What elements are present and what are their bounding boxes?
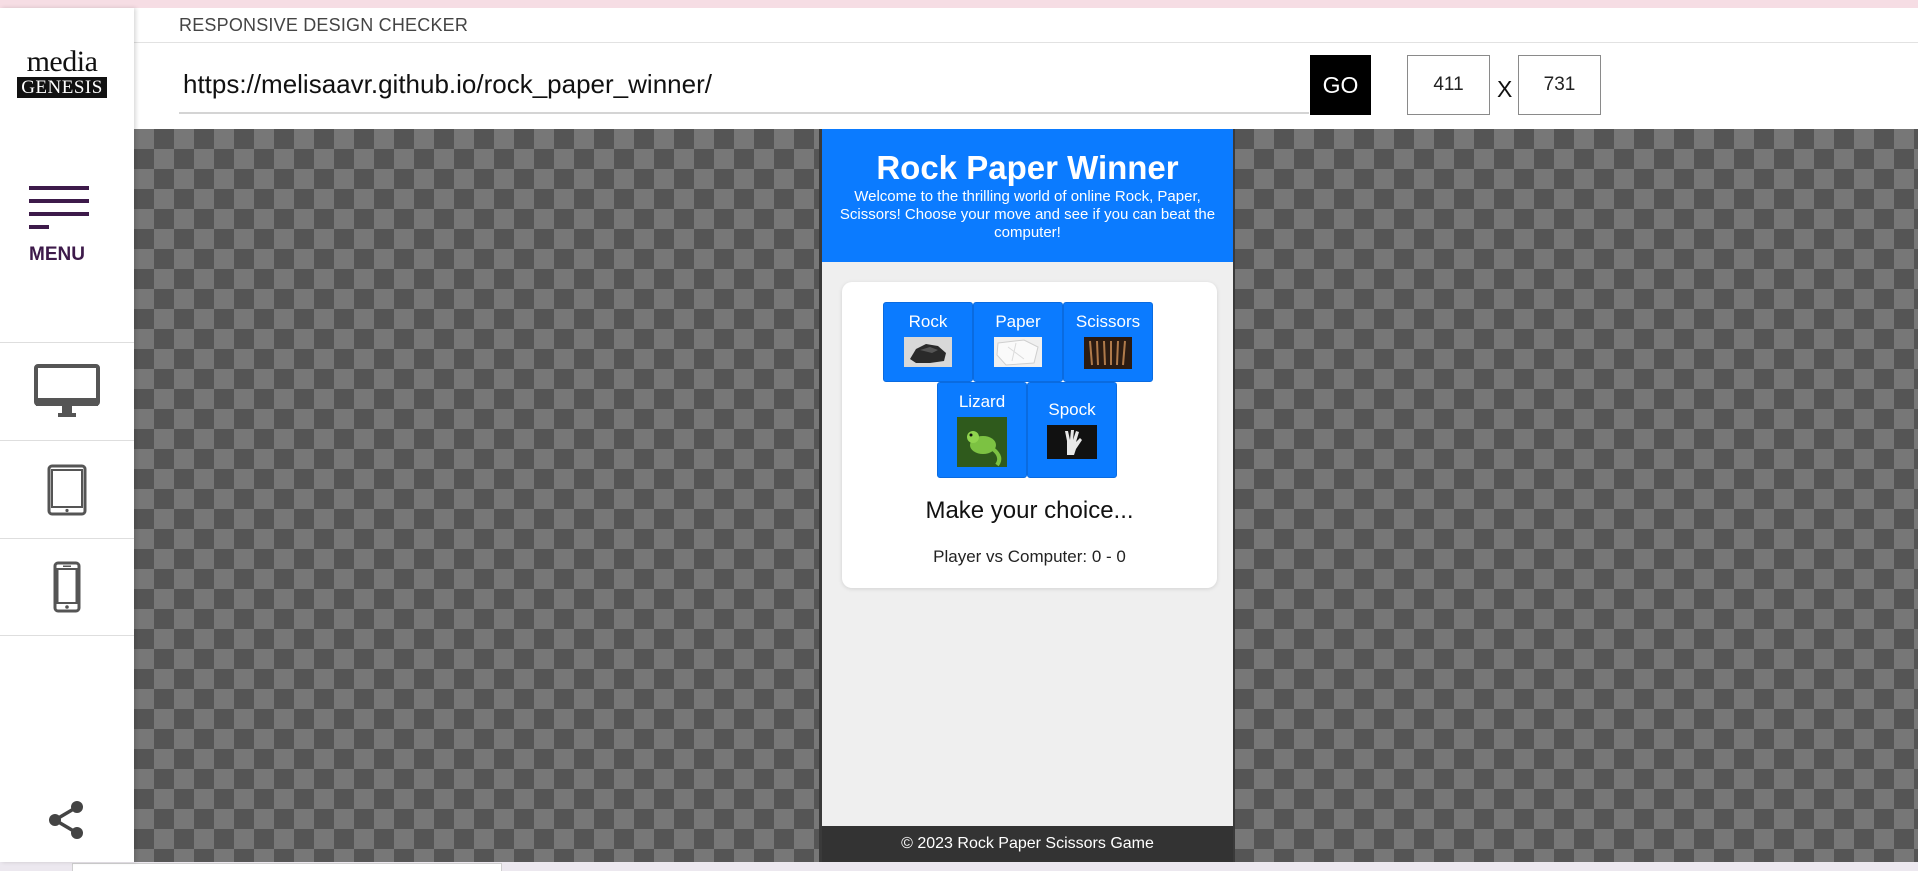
phone-icon — [53, 561, 81, 613]
score-text: Player vs Computer: 0 - 0 — [933, 547, 1126, 566]
site-header: Rock Paper Winner Welcome to the thrilli… — [822, 129, 1233, 262]
share-button[interactable] — [44, 798, 88, 842]
site-title: Rock Paper Winner — [876, 149, 1179, 186]
desktop-icon — [34, 363, 100, 417]
browser-bottom-strip — [0, 862, 1918, 871]
sidebar: media GENESIS MENU — [0, 8, 134, 862]
paper-button[interactable]: Paper — [973, 302, 1063, 382]
share-icon — [49, 801, 83, 839]
desktop-view-button[interactable] — [0, 342, 134, 440]
browser-top-strip — [0, 0, 1918, 8]
bottom-tab — [72, 863, 502, 871]
header: RESPONSIVE DESIGN CHECKER GO X — [134, 8, 1918, 129]
header-divider — [134, 42, 1918, 43]
paper-label: Paper — [995, 312, 1041, 331]
lizard-image — [957, 417, 1007, 467]
paper-image — [994, 337, 1042, 367]
tablet-view-button[interactable] — [0, 440, 134, 538]
spock-label: Spock — [1048, 400, 1096, 419]
lizard-label: Lizard — [958, 392, 1006, 411]
lizard-button[interactable]: Lizard — [937, 382, 1027, 478]
tablet-icon — [47, 464, 87, 515]
go-button[interactable]: GO — [1310, 55, 1371, 115]
height-input[interactable] — [1518, 55, 1601, 115]
width-input[interactable] — [1407, 55, 1490, 115]
rock-label: Rock — [908, 312, 948, 331]
phone-view-button[interactable] — [0, 538, 134, 636]
url-input[interactable] — [179, 56, 1309, 114]
menu-button[interactable]: MENU — [22, 186, 94, 266]
logo-bottom-text: GENESIS — [17, 77, 107, 98]
status-text: Make your choice... — [925, 497, 1134, 524]
rock-image — [904, 337, 952, 367]
site-intro: Welcome to the thrilling world of online… — [839, 188, 1216, 241]
scissors-image — [1084, 337, 1132, 369]
menu-label: MENU — [29, 244, 85, 265]
scissors-label: Scissors — [1075, 312, 1141, 331]
site-footer: © 2023 Rock Paper Scissors Game — [822, 826, 1233, 862]
preview-frame[interactable]: Rock Paper Winner Welcome to the thrilli… — [819, 129, 1235, 862]
logo[interactable]: media GENESIS — [13, 45, 111, 98]
game-card: Rock Paper Scissors Lizard Spock Make yo… — [842, 282, 1217, 588]
scissors-button[interactable]: Scissors — [1063, 302, 1153, 382]
spock-button[interactable]: Spock — [1027, 382, 1117, 478]
rock-button[interactable]: Rock — [883, 302, 973, 382]
spock-hand-image — [1047, 425, 1097, 459]
app-title: RESPONSIVE DESIGN CHECKER — [179, 15, 469, 35]
logo-top-text: media — [26, 45, 98, 78]
dimension-separator: X — [1497, 76, 1513, 102]
